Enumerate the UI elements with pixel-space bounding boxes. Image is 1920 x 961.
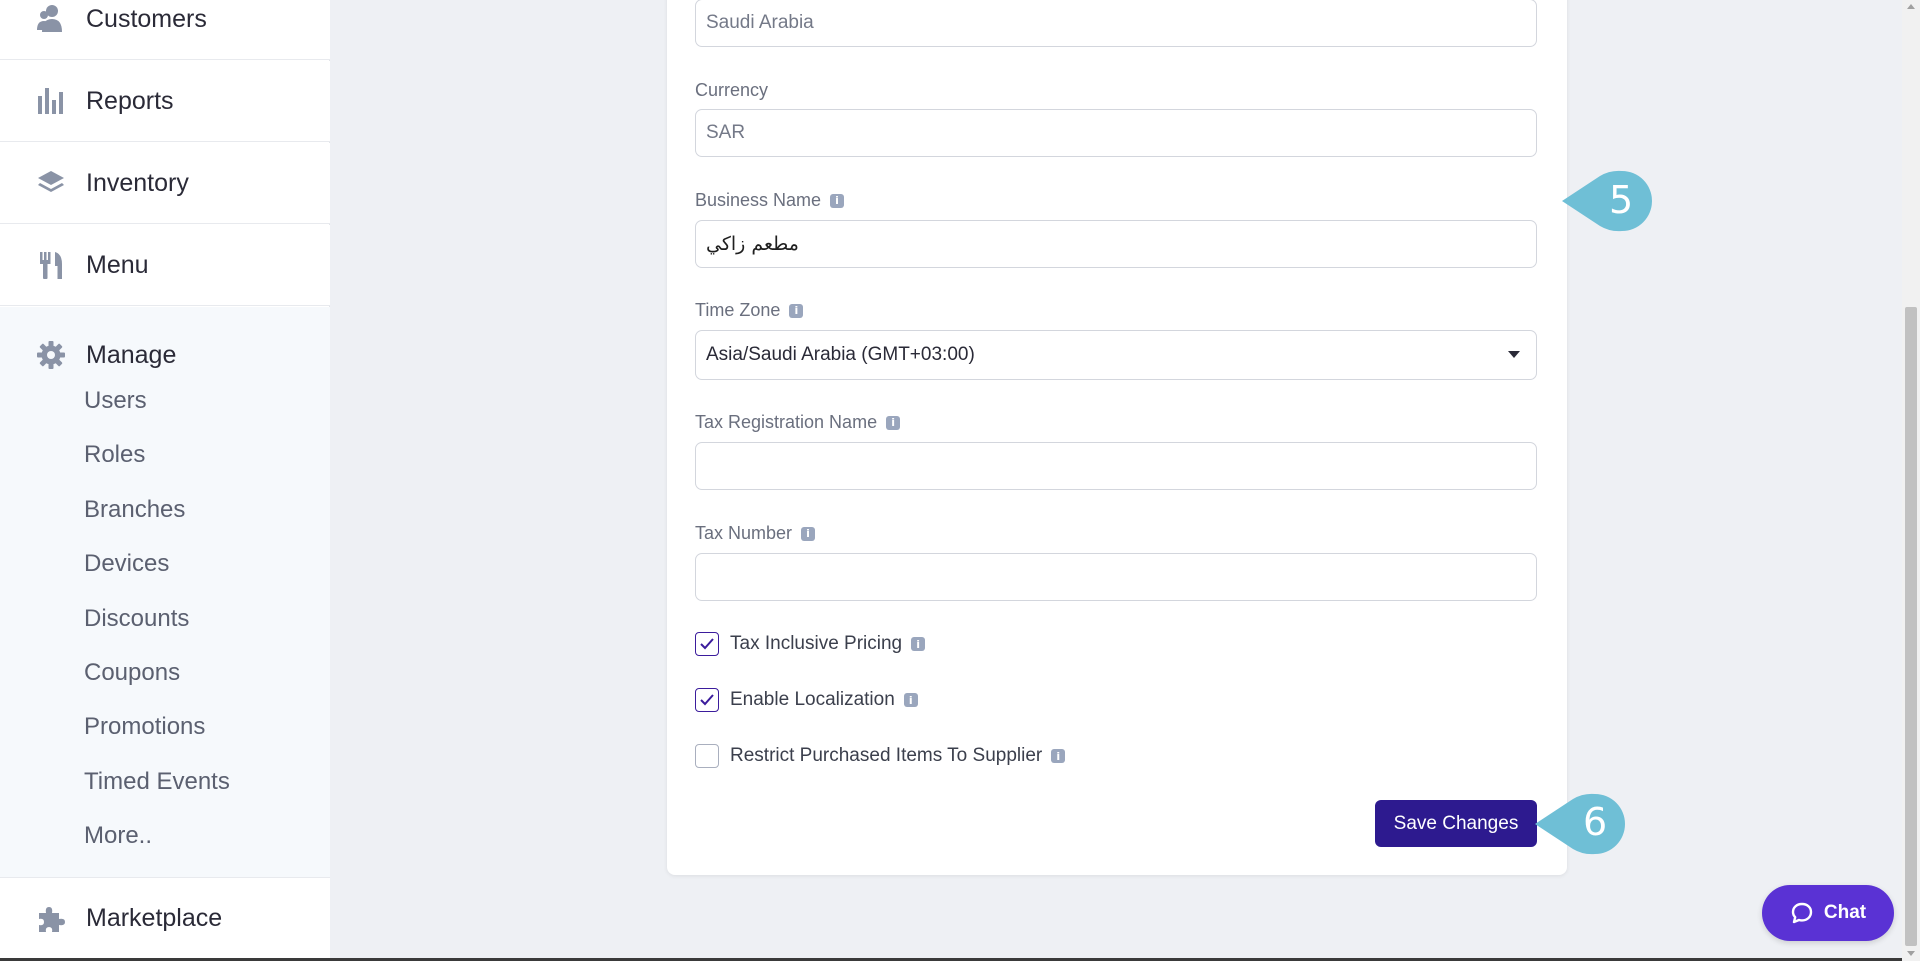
sidebar-item-menu[interactable]: Menu — [0, 225, 330, 306]
info-icon[interactable]: i — [911, 637, 926, 651]
info-icon[interactable]: i — [1051, 749, 1066, 763]
manage-section: Manage Users Roles Branches Devices Disc… — [0, 307, 330, 878]
sidebar-item-label: Marketplace — [86, 903, 223, 932]
sidebar-subitem-roles[interactable]: Roles — [84, 441, 145, 469]
business-name-label: Business Name i — [695, 190, 845, 211]
restrict-purchased-items-row: Restrict Purchased Items To Supplier i — [695, 744, 1066, 768]
sidebar-subitem-timed-events[interactable]: Timed Events — [84, 768, 230, 796]
tax-inclusive-pricing-checkbox[interactable] — [695, 632, 719, 656]
sidebar-item-reports[interactable]: Reports — [0, 61, 330, 142]
chat-bubble-icon — [1791, 902, 1813, 924]
info-icon[interactable]: i — [830, 193, 845, 208]
enable-localization-label: Enable Localization — [730, 689, 895, 710]
tax-inclusive-pricing-label: Tax Inclusive Pricing — [730, 633, 903, 654]
reports-icon — [36, 86, 66, 116]
business-name-field[interactable]: مطعم زاكي — [695, 220, 1537, 268]
time-zone-select[interactable]: Asia/Saudi Arabia (GMT+03:00) — [695, 330, 1537, 380]
sidebar-item-marketplace[interactable]: Marketplace — [0, 878, 330, 959]
step-6-callout — [1535, 793, 1625, 855]
country-field[interactable]: Saudi Arabia — [695, 0, 1537, 47]
sidebar-subitem-promotions[interactable]: Promotions — [84, 713, 205, 741]
time-zone-label: Time Zone i — [695, 300, 804, 321]
tax-number-field[interactable] — [695, 553, 1537, 601]
chat-label: Chat — [1823, 902, 1867, 923]
sidebar-subitem-users[interactable]: Users — [84, 387, 147, 415]
currency-label: Currency — [695, 80, 768, 101]
customers-icon — [36, 4, 66, 34]
time-zone-value: Asia/Saudi Arabia (GMT+03:00) — [706, 344, 975, 365]
info-icon[interactable]: i — [789, 303, 804, 318]
sidebar-subitem-branches[interactable]: Branches — [84, 496, 185, 524]
enable-localization-row: Enable Localization i — [695, 688, 918, 712]
gear-icon — [36, 340, 66, 370]
sidebar-subitem-more[interactable]: More.. — [84, 822, 152, 850]
info-icon[interactable]: i — [801, 526, 816, 541]
scroll-up-icon[interactable] — [1907, 4, 1915, 9]
sidebar-item-label: Reports — [86, 86, 174, 115]
menu-icon — [36, 250, 66, 280]
sidebar-subitem-coupons[interactable]: Coupons — [84, 659, 180, 687]
currency-field[interactable]: SAR — [695, 109, 1537, 157]
step-6-number: 6 — [1583, 800, 1608, 844]
sidebar-item-label: Menu — [86, 250, 149, 279]
info-icon[interactable]: i — [903, 693, 918, 707]
enable-localization-checkbox[interactable] — [695, 688, 719, 712]
sidebar: Customers Reports Inventory Menu Manage … — [0, 0, 330, 961]
chevron-down-icon — [1508, 351, 1520, 358]
tax-registration-name-label-text: Tax Registration Name — [695, 412, 878, 432]
scroll-down-icon[interactable] — [1907, 951, 1915, 956]
chat-button[interactable]: Chat — [1762, 885, 1894, 941]
currency-label-text: Currency — [695, 80, 769, 100]
restrict-purchased-items-checkbox[interactable] — [695, 744, 719, 768]
page-scrollbar[interactable] — [1902, 0, 1920, 961]
check-icon — [700, 638, 714, 650]
step-5-callout — [1562, 170, 1652, 232]
tax-registration-name-label: Tax Registration Name i — [695, 412, 901, 433]
info-icon[interactable]: i — [886, 415, 901, 430]
sidebar-item-label: Inventory — [86, 168, 189, 197]
tax-inclusive-pricing-row: Tax Inclusive Pricing i — [695, 632, 926, 656]
step-5-number: 5 — [1609, 178, 1634, 222]
sidebar-subitem-discounts[interactable]: Discounts — [84, 605, 189, 633]
country-value: Saudi Arabia — [706, 12, 814, 33]
tax-number-label-text: Tax Number — [695, 523, 793, 543]
save-changes-button[interactable]: Save Changes — [1375, 800, 1537, 847]
tax-number-label: Tax Number i — [695, 523, 816, 544]
sidebar-item-label: Customers — [86, 4, 207, 33]
inventory-icon — [36, 168, 66, 198]
currency-value: SAR — [706, 122, 746, 143]
puzzle-icon — [36, 903, 66, 933]
restrict-purchased-items-label: Restrict Purchased Items To Supplier — [730, 745, 1043, 766]
sidebar-subitem-devices[interactable]: Devices — [84, 550, 169, 578]
sidebar-item-customers[interactable]: Customers — [0, 0, 330, 60]
scroll-thumb[interactable] — [1905, 307, 1917, 946]
tax-registration-name-field[interactable] — [695, 442, 1537, 490]
time-zone-label-text: Time Zone — [695, 300, 781, 320]
sidebar-item-label: Manage — [86, 340, 177, 369]
sidebar-item-inventory[interactable]: Inventory — [0, 143, 330, 224]
business-name-value: مطعم زاكي — [706, 233, 799, 255]
sidebar-item-manage[interactable]: Manage — [0, 327, 330, 383]
check-icon — [700, 694, 714, 706]
business-name-label-text: Business Name — [695, 190, 822, 210]
